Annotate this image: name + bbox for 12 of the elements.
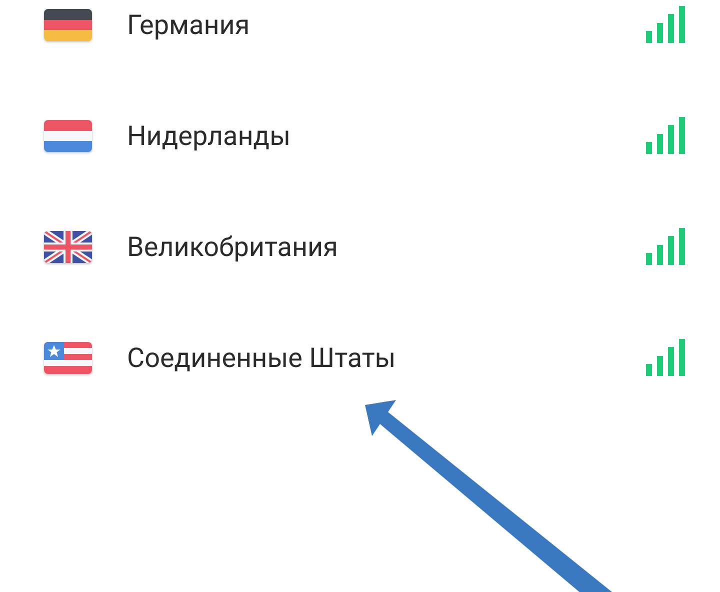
country-item[interactable]: Великобритания <box>0 191 720 302</box>
signal-icon <box>646 228 688 265</box>
country-item[interactable]: Соединенные Штаты <box>0 302 720 413</box>
signal-icon <box>646 117 688 154</box>
flag-icon <box>44 342 92 374</box>
country-item[interactable]: Германия <box>0 0 720 80</box>
flag-icon <box>44 120 92 152</box>
signal-icon <box>646 6 688 43</box>
flag-icon <box>44 8 92 40</box>
flag-icon <box>44 230 92 262</box>
signal-icon <box>646 339 688 376</box>
country-item[interactable]: Нидерланды <box>0 80 720 191</box>
